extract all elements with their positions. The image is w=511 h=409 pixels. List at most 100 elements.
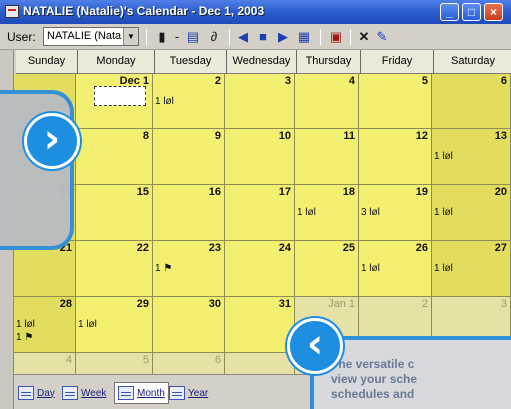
day-cell[interactable]: 27 1 løl — [432, 241, 511, 297]
day-number: 28 — [59, 298, 72, 310]
appointment-indicator[interactable]: 3 løl — [361, 207, 380, 218]
appointment-indicator[interactable]: 1 løl — [434, 151, 453, 162]
close-button[interactable]: × — [484, 3, 503, 21]
edit-icon[interactable]: ✎ — [374, 28, 390, 46]
chevron-down-icon[interactable]: ▼ — [123, 28, 138, 45]
day-number: 4 — [65, 354, 72, 366]
day-cell[interactable]: 15 — [76, 185, 153, 241]
find-icon[interactable]: ∂ — [205, 28, 223, 46]
appointment-count: 1 løl — [155, 96, 174, 107]
view-tab-year[interactable]: Year — [169, 382, 208, 404]
day-header-2: Tuesday — [155, 50, 227, 74]
day-cell[interactable]: 11 — [295, 129, 359, 185]
day-number: 23 — [208, 242, 221, 254]
day-header-1: Monday — [78, 50, 155, 74]
appointment-indicator[interactable]: 1 løl — [297, 207, 316, 218]
day-number: 11 — [343, 130, 355, 142]
day-header-6: Saturday — [434, 50, 511, 74]
day-cell[interactable]: 13 1 løl — [432, 129, 511, 185]
day-number: 9 — [214, 130, 221, 142]
day-cell[interactable]: 16 — [153, 185, 225, 241]
promo-line: The versatile c — [331, 357, 415, 371]
address-book-icon[interactable]: ▤ — [184, 28, 202, 46]
day-header-5: Friday — [361, 50, 434, 74]
title-bar[interactable]: NATALIE (Natalie)'s Calendar - Dec 1, 20… — [0, 0, 511, 24]
appointment-indicator[interactable]: 1 ⚑ — [155, 263, 172, 274]
day-cell[interactable]: 24 — [225, 241, 295, 297]
day-cell[interactable]: 19 3 løl — [359, 185, 432, 241]
day-cell[interactable]: 3 — [225, 74, 295, 129]
day-cell[interactable]: 20 1 løl — [432, 185, 511, 241]
day-number: 4 — [348, 75, 355, 87]
new-appointment-icon[interactable]: ▮ — [155, 28, 169, 46]
go-to-date-icon[interactable]: ▦ — [296, 28, 312, 46]
stop-icon[interactable]: ■ — [256, 28, 270, 46]
day-number: 22 — [136, 242, 149, 254]
view-tab-week[interactable]: Week — [62, 382, 106, 404]
day-cell[interactable]: Dec 1 — [76, 74, 153, 129]
toolbar: User: NATALIE (Nata ▼ ▮ - ▤ ∂ ◀ ■ ▶ ▦ ▣ … — [0, 24, 511, 50]
day-cell[interactable]: 5 — [359, 74, 432, 129]
day-cell[interactable]: 4 — [295, 74, 359, 129]
day-number: 24 — [278, 242, 291, 254]
appointment-indicator[interactable]: 1 løl — [16, 319, 35, 330]
info-callout-left — [0, 90, 74, 250]
day-cell[interactable]: 26 1 løl — [359, 241, 432, 297]
appointment-indicator[interactable]: 1 løl — [434, 207, 453, 218]
day-cell[interactable]: 23 1 ⚑ — [153, 241, 225, 297]
day-cell[interactable]: 18 1 løl — [295, 185, 359, 241]
appointment-indicator[interactable]: 1 løl — [361, 263, 380, 274]
dropdown-icon[interactable]: - — [171, 28, 183, 46]
view-tab-month[interactable]: Month — [114, 382, 169, 404]
day-number: 16 — [208, 186, 221, 198]
day-cell[interactable]: 8 — [76, 129, 153, 185]
day-cell[interactable]: 9 — [153, 129, 225, 185]
view-tab-label: Week — [81, 387, 107, 399]
day-number: 5 — [421, 75, 428, 87]
calendar-view-icon — [118, 386, 134, 400]
day-cell[interactable]: 28 1 løl 1 ⚑ — [14, 297, 76, 353]
toolbar-separator — [229, 29, 230, 45]
appointment-indicator[interactable]: 1 løl — [78, 319, 97, 330]
day-number: 15 — [136, 186, 149, 198]
day-header-0: Sunday — [16, 50, 78, 74]
view-tab-bar: Day Week Month Year — [14, 374, 314, 409]
minimize-button[interactable]: _ — [440, 3, 459, 21]
month-grid: Dec 121 løl345689101112131 løl1415161718… — [14, 74, 511, 398]
user-select[interactable]: NATALIE (Nata ▼ — [43, 27, 139, 46]
back-arrow-button[interactable]: ‹ — [287, 318, 343, 374]
appointment-count: 1 ⚑ — [155, 263, 173, 274]
day-cell[interactable]: 29 1 løl — [76, 297, 153, 353]
day-cell[interactable]: 6 — [432, 74, 511, 129]
previous-icon[interactable]: ◀ — [236, 28, 250, 46]
user-select-value: NATALIE (Nata — [47, 30, 122, 42]
calendar-window: NATALIE (Natalie)'s Calendar - Dec 1, 20… — [0, 0, 511, 409]
appointment-indicator[interactable]: 1 løl — [434, 263, 453, 274]
day-number: 18 — [342, 186, 355, 198]
maximize-button[interactable]: □ — [462, 3, 481, 21]
next-icon[interactable]: ▶ — [276, 28, 290, 46]
day-number: 27 — [494, 242, 507, 254]
today-selection[interactable] — [94, 86, 146, 106]
print-icon[interactable]: ▣ — [328, 28, 344, 46]
next-arrow-button[interactable]: › — [24, 113, 80, 169]
day-cell[interactable]: 31 — [225, 297, 295, 353]
view-tab-day[interactable]: Day — [18, 382, 55, 404]
day-number: 20 — [494, 186, 507, 198]
view-tab-label: Day — [37, 387, 55, 399]
day-of-week-header: Sunday Monday Tuesday Wednesday Thursday Frid… — [16, 50, 511, 74]
day-cell[interactable]: 25 — [295, 241, 359, 297]
day-number: 8 — [142, 130, 149, 142]
appointment-count: 1 løl — [297, 207, 316, 218]
day-cell[interactable]: 2 1 løl — [153, 74, 225, 129]
day-cell[interactable]: 30 — [153, 297, 225, 353]
day-number: 5 — [142, 354, 149, 366]
day-cell[interactable]: 12 — [359, 129, 432, 185]
appointment-indicator[interactable]: 1 løl — [155, 96, 174, 107]
day-cell[interactable]: 22 — [76, 241, 153, 297]
day-cell[interactable]: 10 — [225, 129, 295, 185]
day-number: 6 — [500, 75, 507, 87]
appointment-indicator[interactable]: 1 ⚑ — [16, 332, 33, 343]
delete-x-icon[interactable]: ✕ — [357, 28, 371, 46]
day-cell[interactable]: 17 — [225, 185, 295, 241]
